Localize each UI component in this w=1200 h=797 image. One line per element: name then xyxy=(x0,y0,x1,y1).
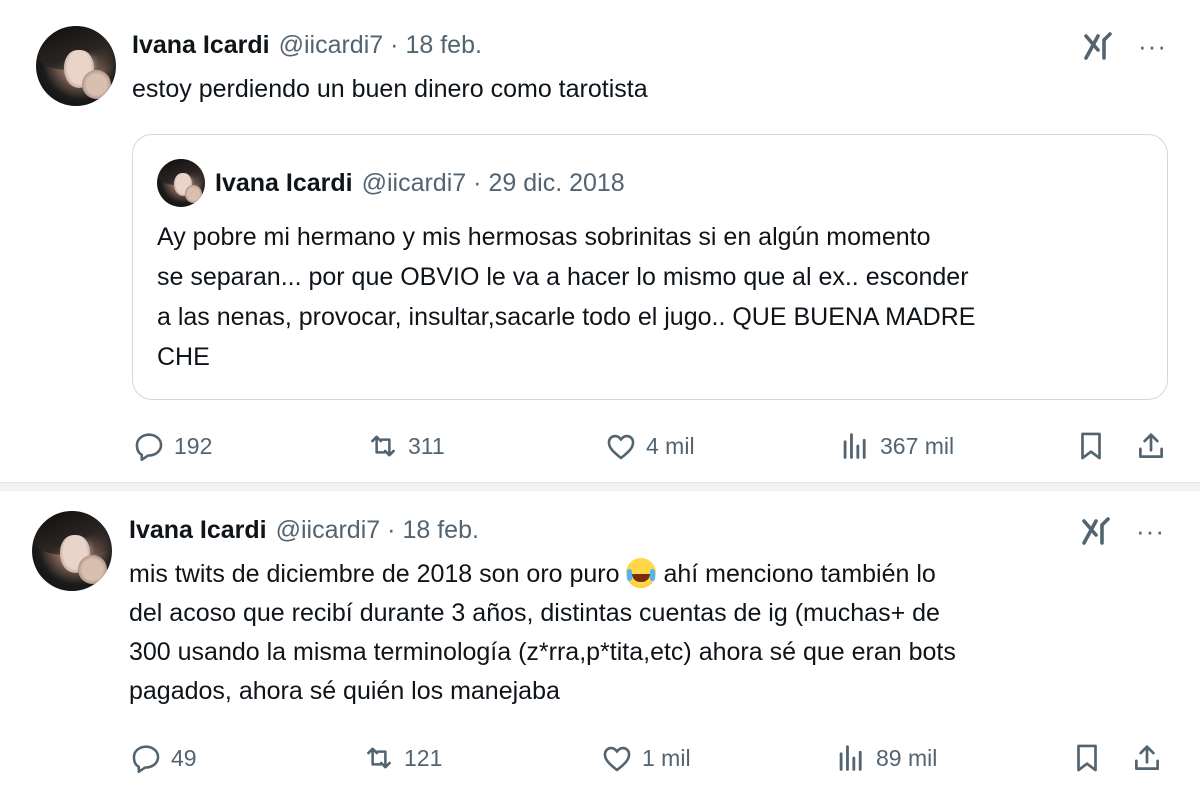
tweet-1[interactable]: Ivana Icardi @iicardi7 · 18 feb. ··· est… xyxy=(0,0,1200,482)
like-button[interactable]: 4 mil xyxy=(604,429,695,463)
reply-button[interactable]: 49 xyxy=(129,741,197,775)
reply-icon xyxy=(132,745,160,774)
tweet-line: mis twits de diciembre de 2018 son oro p… xyxy=(129,555,1169,594)
quote-line: se separan... por que OBVIO le va a hace… xyxy=(157,263,969,291)
tweet-header: Ivana Icardi @iicardi7 · 18 feb. xyxy=(132,31,482,60)
tweet-header: Ivana Icardi @iicardi7 · 18 feb. xyxy=(129,516,479,545)
like-button[interactable]: 1 mil xyxy=(600,741,691,775)
share-icon[interactable] xyxy=(1134,429,1168,463)
avatar[interactable] xyxy=(32,511,112,591)
quoted-tweet[interactable]: Ivana Icardi @iicardi7 · 29 dic. 2018 Ay… xyxy=(132,134,1168,400)
repost-button[interactable]: 311 xyxy=(366,429,445,463)
tweet-line: del acoso que recibí durante 3 años, dis… xyxy=(129,599,940,627)
tweet-text: estoy perdiendo un buen dinero como taro… xyxy=(132,75,648,103)
grok-icon[interactable] xyxy=(1082,30,1116,64)
views-button[interactable]: 89 mil xyxy=(834,741,937,775)
like-count: 1 mil xyxy=(642,744,691,771)
tweet-date[interactable]: 18 feb. xyxy=(402,516,478,545)
quote-author-name: Ivana Icardi xyxy=(215,169,353,197)
repost-count: 311 xyxy=(408,432,445,459)
author-name[interactable]: Ivana Icardi xyxy=(129,516,267,545)
quote-avatar xyxy=(157,159,205,207)
quote-line: Ay pobre mi hermano y mis hermosas sobri… xyxy=(157,223,931,251)
reply-count: 192 xyxy=(174,432,213,459)
tweet-2[interactable]: Ivana Icardi @iicardi7 · 18 feb. ··· mis… xyxy=(0,491,1200,797)
more-icon[interactable]: ··· xyxy=(1138,33,1167,59)
reply-icon xyxy=(135,433,163,462)
tears-of-joy-emoji xyxy=(626,558,657,588)
tweet-text: mis twits de diciembre de 2018 son oro p… xyxy=(129,555,1169,711)
tweet-date[interactable]: 18 feb. xyxy=(405,31,481,60)
avatar[interactable] xyxy=(36,26,116,106)
author-handle[interactable]: @iicardi7 xyxy=(276,516,381,545)
tweet-line-part: ahí menciono también lo xyxy=(663,560,936,588)
repost-icon xyxy=(371,435,395,457)
quote-line: CHE xyxy=(157,343,210,371)
tweet-line: pagados, ahora sé quién los manejaba xyxy=(129,677,560,705)
views-icon xyxy=(843,433,866,459)
repost-icon xyxy=(367,747,391,769)
repost-button[interactable]: 121 xyxy=(362,741,442,775)
quote-date: 29 dic. 2018 xyxy=(488,169,625,197)
quote-text: Ay pobre mi hermano y mis hermosas sobri… xyxy=(157,217,1157,377)
reply-button[interactable]: 192 xyxy=(132,429,212,463)
repost-count: 121 xyxy=(404,744,443,771)
separator-dot: · xyxy=(473,169,482,197)
views-icon xyxy=(839,745,862,771)
quote-line: a las nenas, provocar, insultar,sacarle … xyxy=(157,303,976,331)
separator-dot: · xyxy=(390,31,399,59)
views-count: 367 mil xyxy=(880,432,955,459)
quote-author-handle: @iicardi7 xyxy=(361,169,467,197)
grok-icon[interactable] xyxy=(1080,515,1114,549)
author-handle[interactable]: @iicardi7 xyxy=(279,31,384,60)
bookmark-icon[interactable] xyxy=(1074,429,1108,463)
share-icon[interactable] xyxy=(1130,741,1164,775)
bookmark-icon[interactable] xyxy=(1070,741,1104,775)
tweet-line-part: mis twits de diciembre de 2018 son oro p… xyxy=(129,560,620,588)
views-count: 89 mil xyxy=(876,744,938,771)
reply-count: 49 xyxy=(171,744,197,771)
like-icon xyxy=(607,434,635,460)
author-name[interactable]: Ivana Icardi xyxy=(132,31,270,60)
more-icon[interactable]: ··· xyxy=(1136,518,1165,544)
separator-dot: · xyxy=(387,516,396,544)
views-button[interactable]: 367 mil xyxy=(838,429,954,463)
quote-header: Ivana Icardi @iicardi7 · 29 dic. 2018 xyxy=(215,169,625,198)
like-count: 4 mil xyxy=(646,432,695,459)
tweet-line: 300 usando la misma terminología (z*rra,… xyxy=(129,638,956,666)
like-icon xyxy=(603,746,631,772)
